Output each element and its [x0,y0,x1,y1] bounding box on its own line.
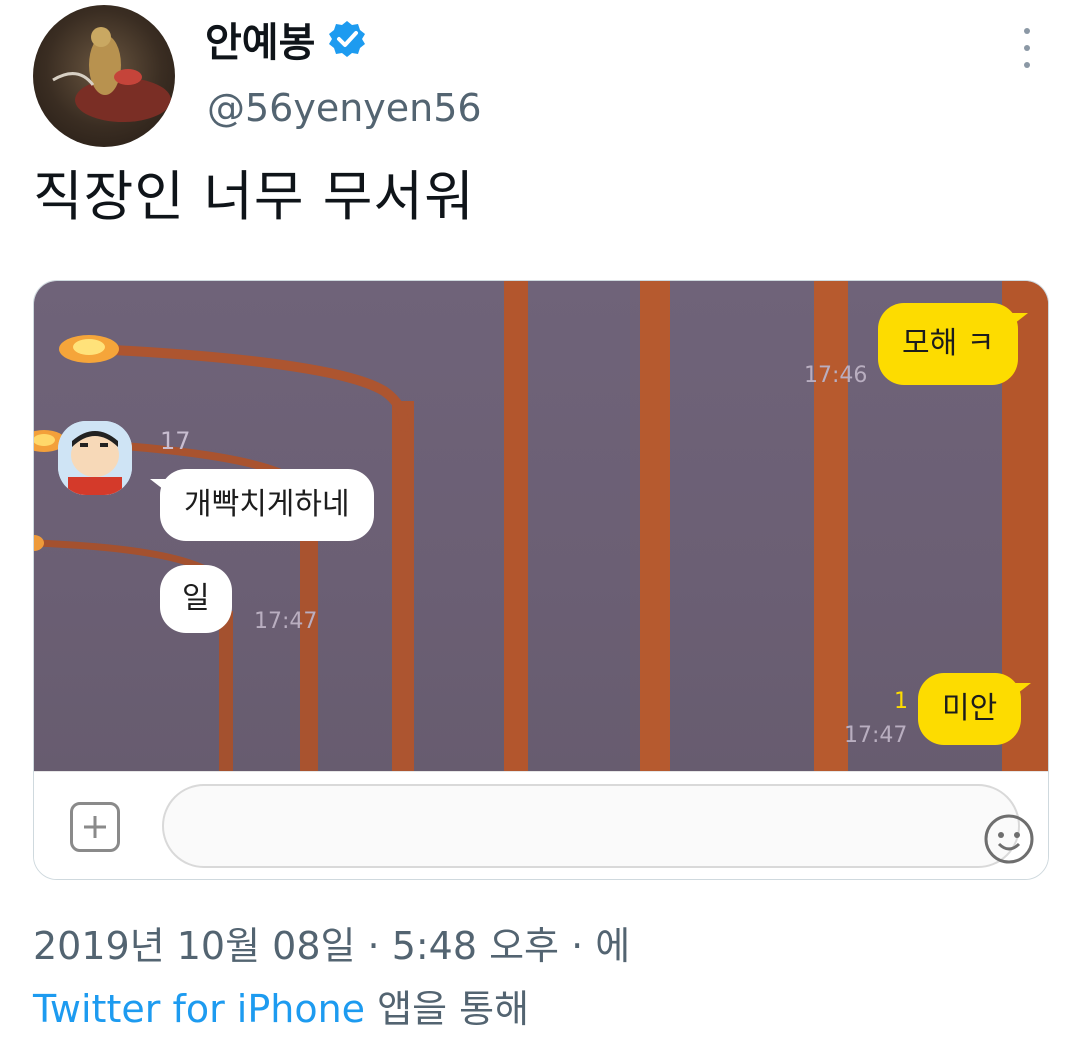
plus-glyph-icon [84,816,106,838]
friend-message-bubble[interactable]: 일 [160,565,232,633]
tweet-timestamp[interactable]: 2019년 10월 08일 · 5:48 오후 · 에 [33,915,630,970]
chat-background: 모해 ㅋ 17:46 17 개빡치게하네 일 17:47 미안 1 17:47 [34,281,1048,771]
sender-name: 17 [160,427,191,455]
more-options-icon[interactable] [1012,28,1042,68]
client-link[interactable]: Twitter for iPhone [33,987,365,1031]
chat-input-bar: # [34,771,1048,879]
message-text: 일 [182,581,210,616]
emoji-icon[interactable] [982,812,1036,866]
display-name[interactable]: 안예봉 [205,10,315,68]
user-handle[interactable]: @56yenyen56 [207,86,482,130]
message-time: 17:46 [804,363,868,388]
verified-badge-icon [329,21,366,57]
message-time: 17:47 [254,609,318,634]
tweet-source: Twitter for iPhone 앱을 통해 [33,978,529,1033]
plus-icon[interactable] [70,802,120,852]
via-suffix: 앱을 통해 [365,987,530,1031]
message-text: 모해 ㅋ [902,326,995,361]
message-text: 개빡치게하네 [184,487,350,522]
display-name-row: 안예봉 [205,10,367,68]
message-text: 미안 [942,691,998,726]
message-time: 17:47 [844,723,908,748]
avatar-painting [52,27,171,122]
unread-count: 1 [894,689,908,714]
my-message-bubble[interactable]: 미안 [918,673,1032,745]
my-message-bubble[interactable]: 모해 ㅋ [878,303,1029,385]
friend-message-bubble[interactable]: 개빡치게하네 [150,469,374,541]
tweet-text: 직장인 너무 무서워 [33,165,475,228]
cartoon-avatar-icon [58,421,132,495]
tweet-media-image[interactable]: 모해 ㅋ 17:46 17 개빡치게하네 일 17:47 미안 1 17:47 [33,280,1049,880]
chat-message-input[interactable]: # [162,784,1034,868]
friend-avatar[interactable] [58,421,132,495]
profile-avatar[interactable] [33,5,175,147]
